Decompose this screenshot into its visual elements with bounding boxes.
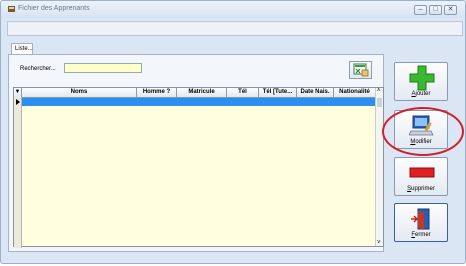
column-homme[interactable]: Homme ? xyxy=(137,88,177,97)
scroll-down-icon[interactable]: ˅ xyxy=(377,240,381,246)
column-date-naissance[interactable]: Date Nais. xyxy=(297,88,334,97)
column-matricule[interactable]: Matricule xyxy=(177,88,227,97)
column-nationalite[interactable]: Nationalité xyxy=(334,88,376,97)
delete-button-label: Supprimer xyxy=(407,186,435,192)
red-bar-icon xyxy=(409,167,435,178)
plus-icon xyxy=(409,65,435,91)
grid-header: ▼ Noms Homme ? Matricule Tél Tél [Tute..… xyxy=(14,88,376,98)
highlight-circle xyxy=(382,107,464,156)
export-button[interactable] xyxy=(349,61,372,79)
window-title: Fichier des Apprenants xyxy=(18,5,90,12)
close-button[interactable]: Fermer xyxy=(394,203,448,242)
current-row-arrow-icon xyxy=(16,99,20,105)
close-window-button[interactable]: ✕ xyxy=(444,5,457,15)
data-grid[interactable]: ▼ Noms Homme ? Matricule Tél Tél [Tute..… xyxy=(13,87,384,248)
row-selector-header: ▼ xyxy=(14,88,22,97)
door-exit-icon xyxy=(411,208,430,230)
close-button-label: Fermer xyxy=(411,232,431,238)
search-input[interactable] xyxy=(64,63,142,73)
table-row-selected[interactable] xyxy=(22,98,376,106)
delete-button[interactable]: Supprimer xyxy=(394,157,448,196)
row-indicator-column xyxy=(14,97,22,248)
column-noms[interactable]: Noms xyxy=(22,88,137,97)
column-tel-tuteur[interactable]: Tél [Tute... xyxy=(259,88,297,97)
toolbar-strip xyxy=(7,21,463,36)
main-window: Fichier des Apprenants – □ ✕ Liste... Re… xyxy=(0,0,466,264)
export-icon xyxy=(353,63,369,77)
search-label: Rechercher... xyxy=(20,66,56,72)
app-icon xyxy=(8,6,15,12)
grid-scrollbar[interactable]: ˄ ˅ xyxy=(375,88,383,246)
column-tel[interactable]: Tél xyxy=(227,88,259,97)
add-button-label: Ajouter xyxy=(411,91,431,97)
add-button[interactable]: Ajouter xyxy=(394,62,448,101)
tab-liste[interactable]: Liste... xyxy=(11,43,33,54)
minimize-button[interactable]: – xyxy=(414,5,427,15)
maximize-button[interactable]: □ xyxy=(429,5,442,15)
title-bar: Fichier des Apprenants – □ ✕ xyxy=(1,1,465,18)
scroll-up-icon[interactable]: ˄ xyxy=(377,88,381,94)
scroll-thumb[interactable] xyxy=(377,98,382,107)
